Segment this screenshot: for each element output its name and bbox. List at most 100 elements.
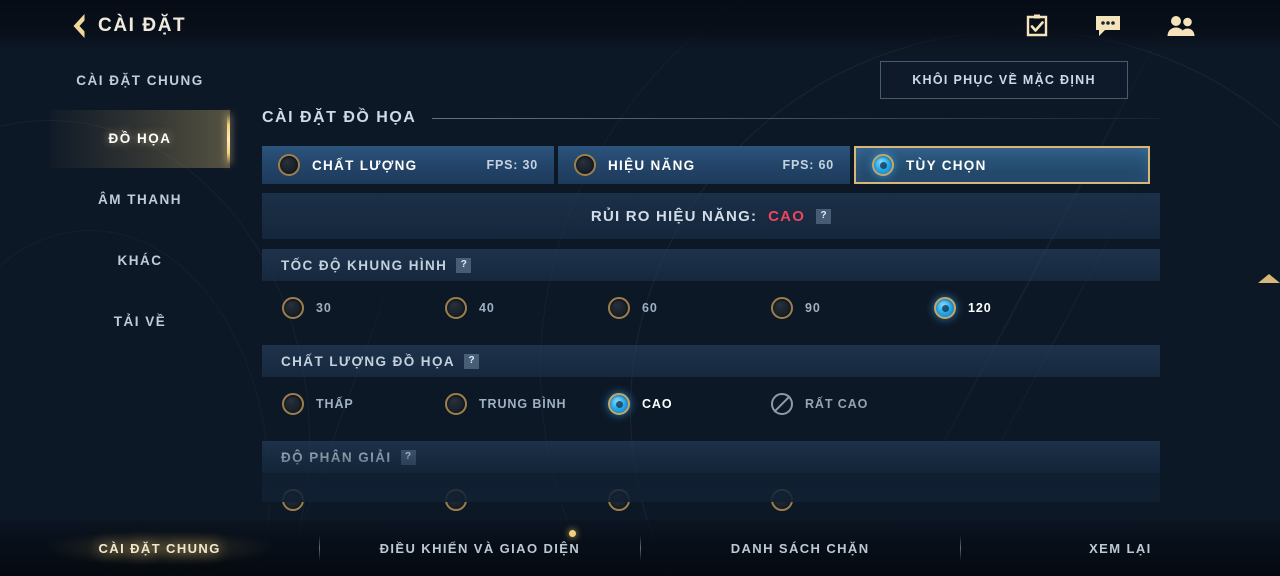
option-row: THẤP TRUNG BÌNH CAO RẤT CAO xyxy=(262,377,1160,431)
option-framerate-30[interactable]: 30 xyxy=(282,297,445,319)
mission-clipboard-icon[interactable] xyxy=(1024,13,1050,39)
back-button[interactable]: CÀI ĐẶT xyxy=(70,13,186,39)
radio-icon xyxy=(771,297,793,319)
bottom-tab-label: DANH SÁCH CHẶN xyxy=(730,540,870,556)
preset-tab-custom[interactable]: TÙY CHỌN xyxy=(854,146,1150,184)
sidebar-item-graphics[interactable]: ĐỒ HỌA xyxy=(50,110,230,168)
bottom-tab-replay[interactable]: XEM LẠI xyxy=(961,541,1280,556)
setting-group-graphics-quality: CHẤT LƯỢNG ĐỒ HỌA ? THẤP TRUNG BÌNH CAO xyxy=(262,345,1160,431)
group-title: CHẤT LƯỢNG ĐỒ HỌA xyxy=(281,353,456,369)
chat-bubble-icon[interactable] xyxy=(1094,14,1122,38)
radio-icon xyxy=(771,489,793,511)
chevron-left-icon xyxy=(73,14,85,38)
preset-label: HIỆU NĂNG xyxy=(608,157,696,173)
radio-icon-disabled xyxy=(771,393,793,415)
option-quality-medium[interactable]: TRUNG BÌNH xyxy=(445,393,608,415)
bottom-navigation: CÀI ĐẶT CHUNG ĐIỀU KHIỂN VÀ GIAO DIỆN DA… xyxy=(0,520,1280,576)
radio-icon xyxy=(445,297,467,319)
preset-tab-group: CHẤT LƯỢNG FPS: 30 HIỆU NĂNG FPS: 60 TÙY… xyxy=(262,146,1160,184)
group-title: TỐC ĐỘ KHUNG HÌNH xyxy=(281,257,448,273)
option-resolution-4[interactable] xyxy=(771,489,934,511)
radio-icon-selected xyxy=(872,154,894,176)
radio-icon-selected xyxy=(608,393,630,415)
radio-icon xyxy=(282,393,304,415)
bottom-tab-controls-ui[interactable]: ĐIỀU KHIỂN VÀ GIAO DIỆN xyxy=(320,529,639,556)
sidebar-item-label: CÀI ĐẶT CHUNG xyxy=(76,73,204,89)
section-header: CÀI ĐẶT ĐỒ HỌA xyxy=(262,104,1160,132)
radio-icon xyxy=(282,297,304,319)
settings-screen: CÀI ĐẶT KHÔI PHỤC VỀ MẶC ĐỊNH CÀI ĐẶT CH… xyxy=(0,0,1280,576)
sidebar-item-label: TẢI VỀ xyxy=(113,314,167,330)
radio-icon xyxy=(608,297,630,319)
option-row xyxy=(262,473,1160,527)
option-quality-very-high: RẤT CAO xyxy=(771,393,868,415)
option-label: 90 xyxy=(805,301,821,315)
option-framerate-40[interactable]: 40 xyxy=(445,297,608,319)
sidebar-item-audio[interactable]: ÂM THANH xyxy=(50,171,230,229)
preset-tab-performance[interactable]: HIỆU NĂNG FPS: 60 xyxy=(558,146,850,184)
group-header: TỐC ĐỘ KHUNG HÌNH ? xyxy=(262,249,1160,281)
option-resolution-3[interactable] xyxy=(608,489,771,511)
option-quality-low[interactable]: THẤP xyxy=(282,393,445,415)
preset-fps: FPS: 30 xyxy=(486,158,538,172)
option-resolution-2[interactable] xyxy=(445,489,608,511)
radio-icon xyxy=(282,489,304,511)
option-label: CAO xyxy=(642,397,673,411)
group-header: ĐỘ PHÂN GIẢI ? xyxy=(262,441,1160,473)
preset-tab-quality[interactable]: CHẤT LƯỢNG FPS: 30 xyxy=(262,146,554,184)
risk-label: RỦI RO HIỆU NĂNG: xyxy=(590,207,758,225)
help-icon[interactable]: ? xyxy=(816,208,832,224)
help-icon[interactable]: ? xyxy=(456,257,472,273)
group-title: ĐỘ PHÂN GIẢI xyxy=(281,449,392,465)
top-header: CÀI ĐẶT xyxy=(0,0,1280,52)
sidebar-item-label: ĐỒ HỌA xyxy=(108,131,172,147)
settings-sidebar: CÀI ĐẶT CHUNG ĐỒ HỌA ÂM THANH KHÁC TẢI V… xyxy=(0,52,230,522)
radio-icon-selected xyxy=(934,297,956,319)
sidebar-item-download[interactable]: TẢI VỀ xyxy=(50,293,230,351)
radio-icon xyxy=(278,154,300,176)
performance-risk-banner: RỦI RO HIỆU NĂNG: CAO ? xyxy=(262,193,1160,239)
option-label: RẤT CAO xyxy=(805,397,869,411)
option-framerate-120[interactable]: 120 xyxy=(934,297,992,319)
radio-icon xyxy=(574,154,596,176)
option-label: 60 xyxy=(642,301,658,315)
bottom-tab-label: ĐIỀU KHIỂN VÀ GIAO DIỆN xyxy=(379,540,581,556)
option-label: THẤP xyxy=(316,397,354,411)
sidebar-item-label: ÂM THANH xyxy=(98,192,182,208)
bottom-tab-general[interactable]: CÀI ĐẶT CHUNG xyxy=(0,531,319,565)
sidebar-item-label: KHÁC xyxy=(117,253,163,269)
preset-fps: FPS: 60 xyxy=(782,158,834,172)
help-icon[interactable]: ? xyxy=(464,353,480,369)
sidebar-item-other[interactable]: KHÁC xyxy=(50,232,230,290)
section-title: CÀI ĐẶT ĐỒ HỌA xyxy=(262,109,417,126)
section-divider xyxy=(432,117,1160,119)
preset-label: CHẤT LƯỢNG xyxy=(312,157,418,173)
help-icon[interactable]: ? xyxy=(400,449,416,465)
setting-group-resolution: ĐỘ PHÂN GIẢI ? xyxy=(262,441,1160,527)
bottom-tab-blocklist[interactable]: DANH SÁCH CHẶN xyxy=(641,541,960,556)
radio-icon xyxy=(445,393,467,415)
active-preset-pointer xyxy=(1258,274,1280,283)
option-row: 30 40 60 90 120 xyxy=(262,281,1160,335)
radio-icon xyxy=(608,489,630,511)
sidebar-item-general[interactable]: CÀI ĐẶT CHUNG xyxy=(50,52,230,110)
preset-label: TÙY CHỌN xyxy=(906,157,987,173)
page-title: CÀI ĐẶT xyxy=(98,15,187,36)
setting-group-framerate: TỐC ĐỘ KHUNG HÌNH ? 30 40 60 90 120 xyxy=(262,249,1160,335)
option-framerate-60[interactable]: 60 xyxy=(608,297,771,319)
option-framerate-90[interactable]: 90 xyxy=(771,297,934,319)
restore-defaults-button[interactable]: KHÔI PHỤC VỀ MẶC ĐỊNH xyxy=(880,61,1128,99)
bottom-tab-label: CÀI ĐẶT CHUNG xyxy=(98,540,221,556)
graphics-settings-panel: CÀI ĐẶT ĐỒ HỌA CHẤT LƯỢNG FPS: 30 HIỆU N… xyxy=(262,104,1280,511)
option-label: 40 xyxy=(479,301,495,315)
option-label: TRUNG BÌNH xyxy=(479,397,567,411)
radio-icon xyxy=(445,489,467,511)
header-icon-group xyxy=(1024,13,1196,39)
bottom-tab-label: XEM LẠI xyxy=(1089,540,1152,556)
friends-icon[interactable] xyxy=(1166,14,1196,38)
option-resolution-1[interactable] xyxy=(282,489,445,511)
option-quality-high[interactable]: CAO xyxy=(608,393,771,415)
option-label: 120 xyxy=(968,301,992,315)
risk-value: CAO xyxy=(768,207,806,225)
option-label: 30 xyxy=(316,301,332,315)
